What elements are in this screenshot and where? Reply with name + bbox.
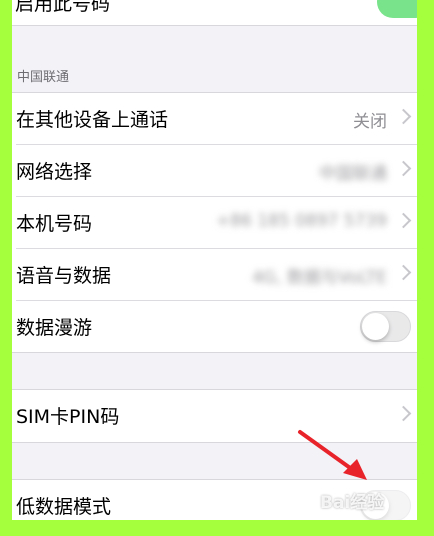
chevron-right-icon <box>395 108 412 125</box>
voice-and-data-label: 语音与数据 <box>16 265 112 287</box>
network-selection-label: 网络选择 <box>16 161 93 183</box>
chevron-right-icon <box>395 160 412 177</box>
paw-logo-icon <box>305 496 319 510</box>
chevron-right-icon <box>395 405 412 422</box>
data-roaming-row: 数据漫游 <box>12 301 417 353</box>
settings-screen: 启用此号码 中国联通 在其他设备上通话 关闭 网络选择 中国联通 本机号码 +8… <box>12 0 417 520</box>
group-divider <box>12 442 417 443</box>
sim-pin-row[interactable]: SIM卡PIN码 <box>12 390 417 442</box>
calls-on-other-devices-row[interactable]: 在其他设备上通话 关闭 <box>12 93 417 145</box>
voice-and-data-value: 4G, 数据与VoLTE <box>252 268 387 288</box>
network-selection-row[interactable]: 网络选择 中国联通 <box>12 145 417 197</box>
my-number-row[interactable]: 本机号码 +86 185 0897 5739 <box>12 197 417 249</box>
carrier-section-header: 中国联通 <box>17 70 70 85</box>
my-number-value: +86 185 0897 5739 <box>215 211 387 231</box>
enable-this-number-toggle[interactable] <box>377 0 417 18</box>
my-number-label: 本机号码 <box>16 213 93 235</box>
chevron-right-icon <box>395 264 412 281</box>
data-roaming-label: 数据漫游 <box>16 317 93 339</box>
enable-this-number-label: 启用此号码 <box>15 0 111 15</box>
data-roaming-toggle[interactable] <box>360 311 411 342</box>
calls-on-other-devices-label: 在其他设备上通话 <box>16 109 169 131</box>
calls-on-other-devices-value: 关闭 <box>353 112 387 132</box>
baidu-jingyan-watermark: Bai经验 <box>304 488 384 513</box>
network-selection-value: 中国联通 <box>319 164 387 184</box>
low-data-mode-label: 低数据模式 <box>16 496 112 518</box>
watermark-text: Bai经验 <box>320 493 385 513</box>
toggle-knob <box>362 313 389 340</box>
screenshot-frame: 启用此号码 中国联通 在其他设备上通话 关闭 网络选择 中国联通 本机号码 +8… <box>0 0 434 536</box>
group-divider <box>12 352 417 353</box>
voice-and-data-row[interactable]: 语音与数据 4G, 数据与VoLTE <box>12 249 417 301</box>
chevron-right-icon <box>395 212 412 229</box>
sim-pin-label: SIM卡PIN码 <box>16 406 120 428</box>
enable-this-number-row[interactable]: 启用此号码 <box>12 0 417 26</box>
